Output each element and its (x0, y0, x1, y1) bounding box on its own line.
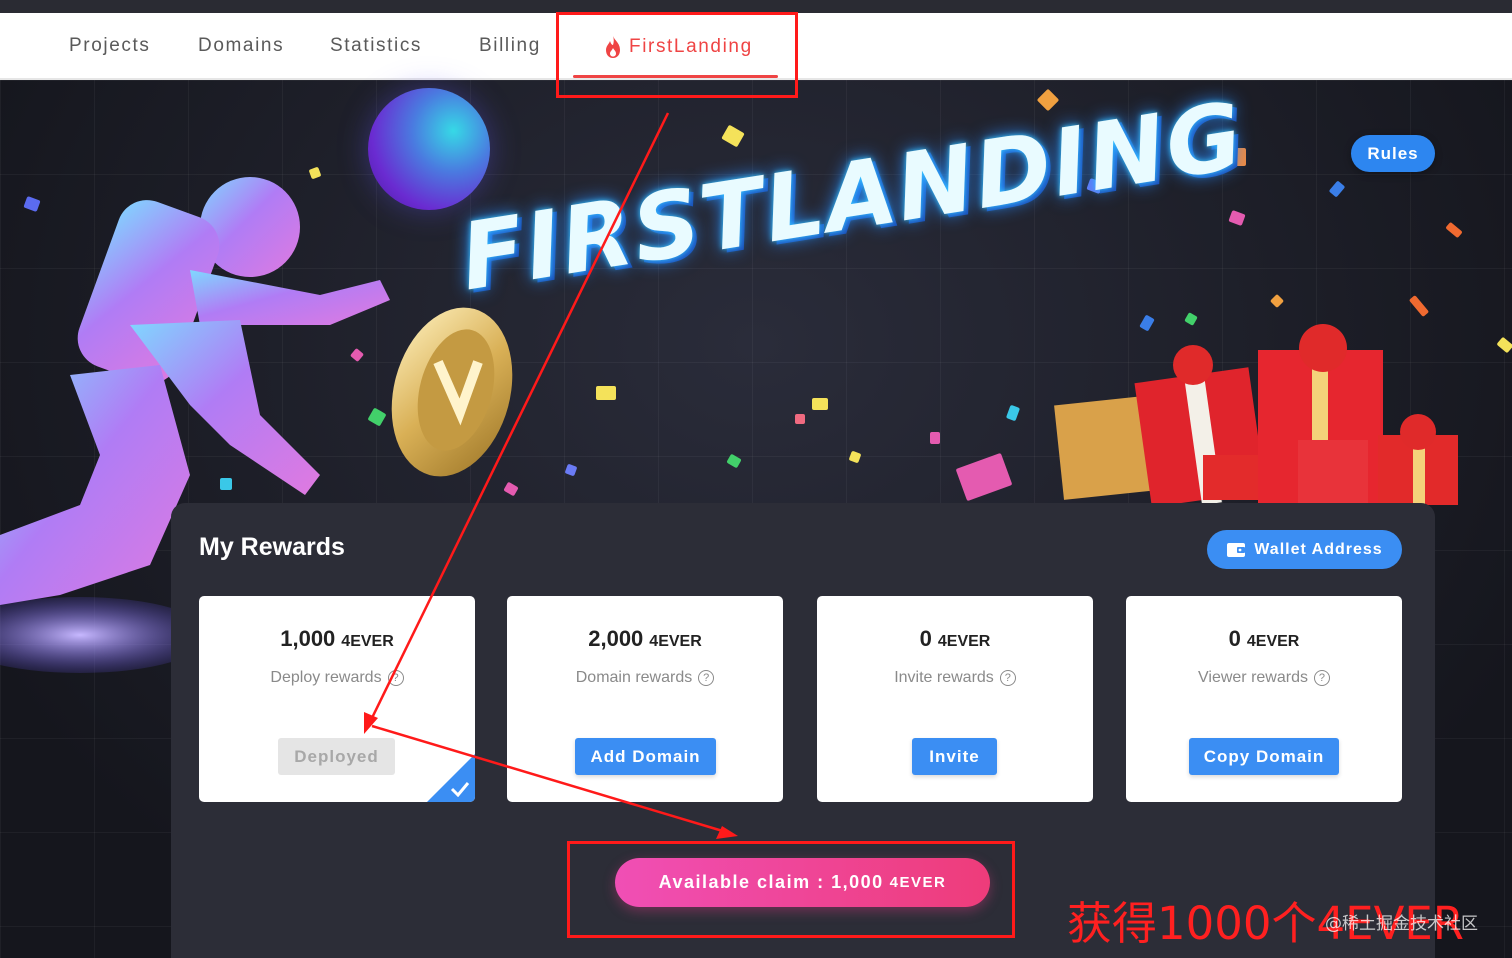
annotation-arrows (364, 112, 738, 839)
watermark: @稀土掘金技术社区 (1325, 914, 1478, 934)
